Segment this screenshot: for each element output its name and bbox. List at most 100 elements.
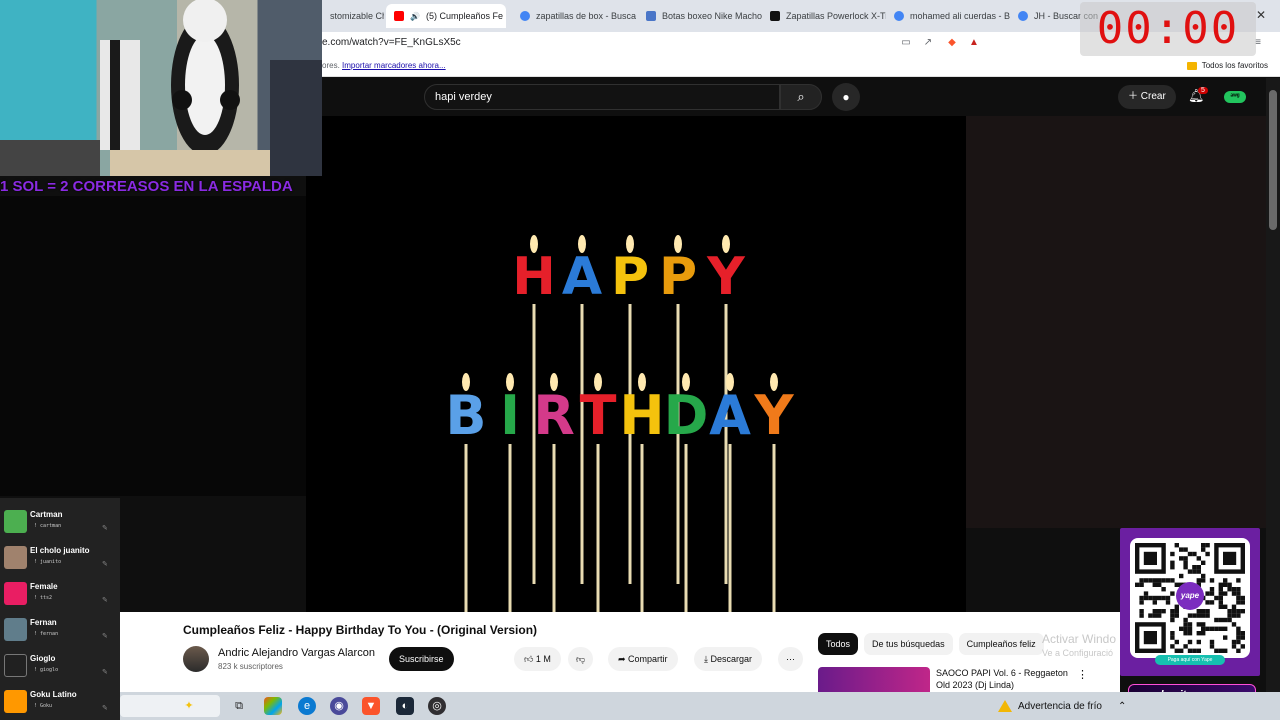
- warning-icon: [998, 700, 1012, 712]
- import-bookmarks-link[interactable]: Importar marcadores ahora...: [342, 61, 446, 70]
- qr-module: [1231, 591, 1237, 596]
- all-bookmarks-button[interactable]: Todos los favoritos: [1186, 61, 1268, 70]
- like-button[interactable]: 👍︎ 1 M: [514, 647, 561, 671]
- more-actions-button[interactable]: ⋯: [778, 647, 803, 671]
- tab-powerlock[interactable]: Zapatillas Powerlock X-Tre: [762, 4, 886, 28]
- qr-module: [1214, 595, 1219, 601]
- qr-module: [1223, 604, 1228, 609]
- qr-module: [1157, 613, 1162, 618]
- tab-botas-boxeo[interactable]: Botas boxeo Nike Machom: [638, 4, 762, 28]
- qr-module: [1183, 626, 1188, 631]
- viewer-handle: ! cartman: [34, 523, 62, 529]
- qr-module: [1209, 639, 1215, 645]
- video-info-panel: Cumpleaños Feliz - Happy Birthday To You…: [120, 612, 1120, 692]
- recommended-video-title[interactable]: SAOCO PAPI Vol. 6 - Reggaeton Old 2023 (…: [936, 667, 1076, 691]
- qr-module: [1236, 591, 1241, 596]
- birthday-candle-stick: [728, 444, 732, 612]
- copilot-icon[interactable]: [264, 697, 282, 715]
- tab-youtube-cumpleanos[interactable]: 🔊 (5) Cumpleaños Fe ✕: [386, 4, 506, 28]
- webcam-feed: [0, 0, 322, 176]
- birthday-candle-letter: R: [533, 384, 575, 447]
- qr-module: [1205, 609, 1210, 614]
- steam-icon[interactable]: ◐: [396, 697, 414, 715]
- brave-shield-icon[interactable]: ◆: [946, 37, 958, 49]
- birthday-candle-letter: A: [709, 384, 751, 447]
- qr-module: [1223, 591, 1228, 596]
- uploader-name[interactable]: Andric Alejandro Vargas Alarcon: [218, 647, 375, 659]
- qr-module: [1170, 591, 1175, 596]
- share-icon[interactable]: ↗: [922, 37, 934, 49]
- chip-cumpleanos-feliz[interactable]: Cumpleaños feliz: [958, 633, 1044, 655]
- qr-module: [1170, 578, 1175, 583]
- cast-icon[interactable]: ▭: [900, 37, 912, 49]
- qr-module: [1223, 635, 1228, 640]
- account-avatar[interactable]: ᵃʷᵍ: [1224, 91, 1246, 103]
- search-input[interactable]: hapi verdey: [424, 84, 780, 110]
- qr-module: [1236, 578, 1241, 583]
- rewards-triangle-icon[interactable]: ▲: [968, 37, 980, 49]
- qr-module: [1236, 626, 1241, 631]
- birthday-candle-stick: [596, 444, 600, 612]
- qr-module: [1157, 609, 1162, 614]
- tab-customizable[interactable]: stomizable Ch: [322, 4, 384, 28]
- chevron-up-icon[interactable]: ⌃: [1118, 701, 1126, 712]
- qr-module: [1187, 622, 1193, 627]
- qr-module: [1192, 569, 1197, 574]
- birthday-candle-stick: [684, 444, 688, 612]
- qr-module: [1179, 648, 1184, 653]
- qr-module: [1227, 617, 1232, 623]
- page-scrollbar[interactable]: [1266, 78, 1280, 692]
- avatar: [4, 618, 27, 641]
- chip-todos[interactable]: Todos: [818, 633, 859, 655]
- tab-label: zapatillas de box - Buscar: [536, 11, 636, 21]
- qr-module: [1139, 595, 1144, 601]
- chip-de-tus-busquedas[interactable]: De tus búsquedas: [864, 633, 953, 655]
- obs-icon[interactable]: ◎: [428, 697, 446, 715]
- close-window-icon[interactable]: ✕: [1256, 8, 1266, 22]
- qr-module: [1143, 591, 1149, 596]
- all-bookmarks-label: Todos los favoritos: [1201, 61, 1268, 70]
- viewers-list: Cartman ! cartman ✎ El cholo juanito ! j…: [0, 498, 120, 720]
- qr-module: [1174, 639, 1179, 645]
- qr-module: [1227, 587, 1232, 592]
- thumbs-down-icon: 👎︎: [576, 654, 586, 664]
- edge-icon[interactable]: e: [298, 697, 316, 715]
- tab-mohamed-ali[interactable]: mohamed ali cuerdas - Bu: [886, 4, 1010, 28]
- voice-search-button[interactable]: ●: [832, 83, 860, 111]
- birthday-candle-letter: B: [445, 384, 486, 447]
- create-button[interactable]: ＋ Crear: [1118, 85, 1176, 109]
- qr-module: [1196, 609, 1201, 614]
- qr-module: [1152, 613, 1157, 618]
- dislike-button[interactable]: 👎︎: [568, 647, 594, 671]
- list-item: Female ! tts2 ✎: [0, 576, 120, 612]
- viewer-name: Cartman: [30, 510, 63, 519]
- qr-module: [1196, 556, 1201, 561]
- more-vertical-icon[interactable]: ⋮: [1077, 668, 1088, 681]
- birthday-candle-letter: H: [619, 384, 664, 447]
- viewer-handle: ! Goku: [34, 703, 53, 709]
- qr-module: [1174, 543, 1179, 548]
- qr-module: [1231, 622, 1237, 627]
- chrome-dev-icon[interactable]: ◉: [330, 697, 348, 715]
- uploader-avatar[interactable]: [183, 646, 209, 672]
- recommended-video-thumbnail[interactable]: [818, 667, 930, 692]
- tab-label: mohamed ali cuerdas - Bu: [910, 11, 1010, 21]
- search-button[interactable]: ⌕: [780, 84, 822, 110]
- weather-widget[interactable]: Advertencia de frío ⌃: [998, 700, 1126, 712]
- qr-module: [1192, 613, 1197, 618]
- download-button[interactable]: ⤓ Descargar: [694, 647, 762, 671]
- taskbar-search-box[interactable]: [120, 695, 220, 717]
- brave-icon[interactable]: ▼: [362, 697, 380, 715]
- qr-module: [1223, 578, 1228, 583]
- qr-module: [1187, 569, 1193, 574]
- activate-windows-subtitle: Ve a Configuració: [1042, 648, 1114, 658]
- qr-module: [1218, 587, 1223, 592]
- task-view-icon[interactable]: ⧉: [230, 697, 248, 715]
- birthday-candle-stick: [640, 444, 644, 612]
- share-button[interactable]: ➦ Compartir: [608, 647, 678, 671]
- scrollbar-thumb[interactable]: [1269, 90, 1277, 230]
- subscribe-button[interactable]: Suscribirse: [389, 647, 454, 671]
- url-text[interactable]: e.com/watch?v=FE_KnGLsX5c: [322, 37, 461, 48]
- tab-zapatillas-box[interactable]: zapatillas de box - Buscar: [512, 4, 636, 28]
- video-player[interactable]: HAPPYBIRTHDAY: [306, 116, 966, 612]
